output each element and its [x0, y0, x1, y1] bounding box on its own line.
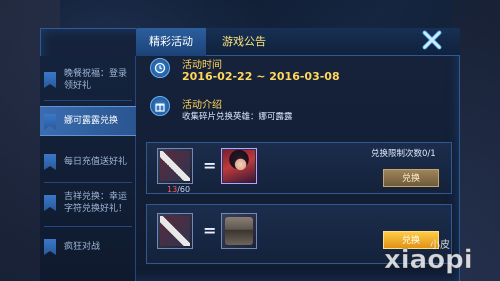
sidebar-item-crazy-battle[interactable]: 疯狂对战 [40, 236, 136, 258]
sidebar-item-nakoruru-exchange[interactable]: 娜可露露兑换 [40, 106, 136, 136]
gift-icon [150, 96, 170, 116]
divider [44, 182, 132, 183]
sidebar-item-daily-recharge[interactable]: 每日充值送好礼 [40, 150, 136, 174]
close-icon [422, 30, 442, 50]
flag-icon [44, 72, 56, 88]
sidebar-item-dinner-blessing[interactable]: 晚餐祝福：登录领好礼 [40, 66, 136, 94]
activity-intro-title: 活动介绍 [182, 100, 222, 111]
exchange-button[interactable]: 兑换 [383, 169, 439, 187]
chest-image [225, 217, 253, 245]
close-button[interactable] [418, 26, 446, 54]
fragment-image [160, 151, 190, 181]
clock-icon [150, 58, 170, 78]
flag-icon [44, 195, 56, 211]
chest-reward-item[interactable] [221, 213, 257, 249]
sidebar-item-label: 每日充值送好礼 [64, 157, 128, 167]
exchange-row: 13/60 = 兑换限制次数0/1 兑换 [146, 142, 452, 194]
fragment-count: 13/60 [167, 185, 191, 194]
sidebar-item-label: 疯狂对战 [64, 242, 101, 252]
tab-announcements[interactable]: 游戏公告 [208, 28, 280, 56]
svg-text:小皮: 小皮 [430, 238, 450, 251]
divider [44, 226, 132, 227]
sidebar-item-label: 吉祥兑换：幸运字符兑换好礼！ [64, 192, 128, 214]
fragment-image [160, 216, 190, 246]
sidebar-item-lucky-exchange[interactable]: 吉祥兑换：幸运字符兑换好礼！ [40, 188, 136, 218]
activity-intro-desc: 收集碎片兑换英雄：娜可露露 [182, 112, 293, 122]
divider [44, 100, 132, 101]
exchange-limit: 兑换限制次数0/1 [371, 149, 436, 159]
sidebar-item-label: 晚餐祝福：登录领好礼 [64, 69, 128, 91]
hero-reward-item[interactable] [221, 148, 257, 184]
activity-time-value: 2016-02-22 ~ 2016-03-08 [182, 70, 340, 83]
watermark-logo: xiaopi 小皮 [380, 236, 498, 278]
equals-sign: = [203, 221, 217, 240]
hero-fragment-item[interactable] [157, 148, 193, 184]
tab-activities[interactable]: 精彩活动 [136, 28, 206, 56]
hero-portrait [223, 150, 255, 182]
equals-sign: = [203, 156, 217, 175]
sidebar-item-label: 娜可露露兑换 [64, 116, 119, 126]
flag-icon [44, 239, 56, 255]
activity-time-title: 活动时间 [182, 60, 222, 71]
flag-icon [44, 154, 56, 170]
hero-fragment-item[interactable] [157, 213, 193, 249]
flag-icon [44, 114, 56, 130]
svg-text:xiaopi: xiaopi [384, 245, 473, 275]
